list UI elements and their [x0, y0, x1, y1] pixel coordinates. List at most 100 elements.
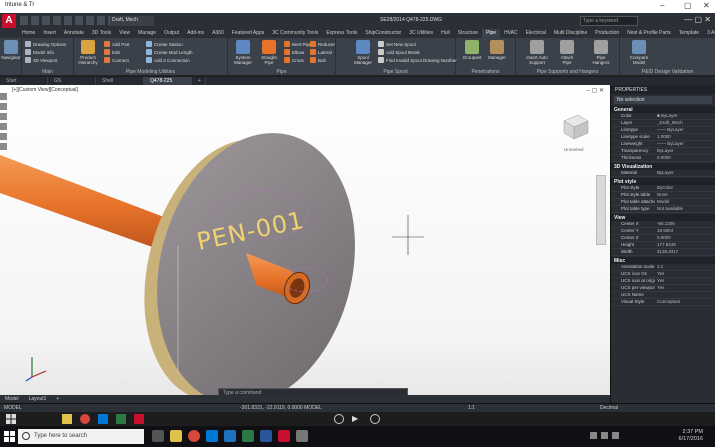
property-row[interactable]: UCS icon at origin Yes — [611, 278, 715, 285]
bent-pipe-button[interactable]: Bent Pipe — [284, 41, 312, 47]
ribbon-tab-express-tools[interactable]: Express Tools — [322, 29, 361, 38]
doc-tab--[interactable]: + — [192, 77, 206, 85]
viewport-controls-label[interactable]: [+][Custom View][Conceptual] — [12, 87, 78, 93]
ribbon-tab-hull[interactable]: Hull — [437, 29, 454, 38]
notification-icon[interactable] — [612, 432, 619, 439]
property-row[interactable]: UCS icon On Yes — [611, 271, 715, 278]
measure-icon[interactable] — [0, 143, 7, 150]
autocad-logo[interactable]: A — [2, 14, 16, 28]
help-search-input[interactable]: Type a keyword — [580, 16, 638, 26]
compare-model-button[interactable]: Compare Model — [628, 40, 650, 65]
save-icon[interactable] — [42, 16, 50, 25]
share-icon[interactable] — [97, 16, 105, 25]
excel-icon[interactable] — [116, 414, 126, 424]
model-space-indicator[interactable]: MODEL — [4, 405, 22, 411]
property-value[interactable]: —— ByLayer — [655, 141, 715, 147]
property-value[interactable]: 1.0000 — [655, 134, 715, 140]
pan-icon[interactable] — [0, 93, 7, 100]
property-value[interactable]: ■ ByLayer — [655, 113, 715, 119]
property-row[interactable]: Color ■ ByLayer — [611, 113, 715, 120]
outlook-icon[interactable] — [224, 430, 236, 442]
property-value[interactable]: 3138.3317 — [655, 249, 715, 255]
property-row[interactable]: Annotation scale 1:1 — [611, 264, 715, 271]
ribbon-tab-nest-profile-parts[interactable]: Nest & Profile Parts — [623, 29, 675, 38]
chrome-taskbar-icon[interactable] — [188, 430, 200, 442]
property-row[interactable]: Layer _Draft_Mech — [611, 120, 715, 127]
property-row[interactable]: Linetype scale 1.0000 — [611, 134, 715, 141]
property-row[interactable]: Lineweight —— ByLayer — [611, 141, 715, 148]
add-connection-button[interactable]: Add 3 Connection — [146, 57, 190, 63]
word-icon[interactable] — [260, 430, 272, 442]
property-value[interactable]: ByColor — [655, 185, 715, 191]
maximize-icon[interactable]: ▢ — [684, 1, 692, 10]
model-info-button[interactable]: Model Info — [25, 49, 54, 55]
property-row[interactable]: Center Y 18.9304 — [611, 228, 715, 235]
property-row[interactable]: Center Z 0.0000 — [611, 235, 715, 242]
cross-button[interactable]: Cross — [284, 57, 304, 63]
layout-tab-layout1[interactable]: Layout1 — [24, 395, 52, 403]
ribbon-tab-annotate[interactable]: Annotate — [60, 29, 88, 38]
ribbon-tab-view[interactable]: View — [115, 29, 134, 38]
undo-icon[interactable] — [75, 16, 83, 25]
doc-tab-q478-225[interactable]: Q478-225 — [144, 77, 192, 85]
app-window-controls[interactable]: — ▢ ✕ — [684, 15, 711, 24]
property-value[interactable] — [655, 292, 715, 298]
autocad-taskbar-icon[interactable] — [134, 414, 144, 424]
property-value[interactable]: ByLayer — [655, 170, 715, 176]
new-icon[interactable] — [20, 16, 28, 25]
insert-auto-support-button[interactable]: Insert Auto Support — [524, 40, 550, 65]
navigator-button[interactable]: Navigator — [0, 40, 22, 60]
property-value[interactable]: None — [655, 192, 715, 198]
property-value[interactable]: 0.0000 — [655, 235, 715, 241]
ribbon-tab-manage[interactable]: Manage — [134, 29, 160, 38]
reducer-button[interactable]: Reducer — [310, 41, 335, 47]
layout-tab--[interactable]: + — [51, 395, 64, 403]
ribbon-tab-pipe[interactable]: Pipe — [482, 29, 501, 38]
drawing-viewport[interactable]: PEN-001 [+][Custom View][Conceptual] – ▢… — [0, 85, 610, 403]
property-value[interactable]: 1:1 — [655, 264, 715, 270]
layout-tab-model[interactable]: Model — [0, 395, 24, 403]
ribbon-tab-template[interactable]: Template — [675, 29, 703, 38]
doc-tab-gs[interactable]: GS — [48, 77, 96, 85]
ribbon-tab-production[interactable]: Production — [591, 29, 623, 38]
play-icon[interactable]: ▶ — [352, 414, 362, 424]
workspace-dropdown[interactable]: Draft, Mech — [110, 16, 154, 26]
property-row[interactable]: Material ByLayer — [611, 170, 715, 177]
redo-icon[interactable] — [86, 16, 94, 25]
doc-tab-shell[interactable]: Shell — [96, 77, 144, 85]
set-new-spool-button[interactable]: Set New Spool — [378, 41, 416, 47]
property-row[interactable]: Visual Style Conceptual — [611, 299, 715, 306]
groupset-button[interactable]: Groupset — [461, 40, 483, 60]
orbit-icon[interactable] — [0, 113, 7, 120]
ribbon-tab-3d-tools[interactable]: 3D Tools — [88, 29, 115, 38]
property-value[interactable]: —— ByLayer — [655, 127, 715, 133]
property-value[interactable]: ByLayer — [655, 148, 715, 154]
navigation-bar[interactable] — [596, 175, 606, 245]
showmotion-icon[interactable] — [0, 123, 7, 130]
ribbon-tab-hvac[interactable]: HVAC — [500, 29, 522, 38]
windows-logo-icon[interactable] — [6, 414, 16, 424]
excel-taskbar-icon[interactable] — [242, 430, 254, 442]
property-row[interactable]: Transparency ByLayer — [611, 148, 715, 155]
edge-taskbar-icon[interactable] — [206, 430, 218, 442]
property-section-misc[interactable]: Misc — [611, 257, 715, 264]
property-value[interactable]: Model — [655, 199, 715, 205]
task-view-icon[interactable] — [152, 430, 164, 442]
lateral-button[interactable]: Lateral — [310, 49, 332, 55]
network-icon[interactable] — [590, 432, 597, 439]
property-value[interactable]: 177.8449 — [655, 242, 715, 248]
property-row[interactable]: Linetype —— ByLayer — [611, 127, 715, 134]
bolt-button[interactable]: Bolt — [310, 57, 326, 63]
ribbon-tab-add-ins[interactable]: Add-ins — [183, 29, 208, 38]
units-indicator[interactable]: Decimal — [600, 405, 618, 411]
3d-viewport-button[interactable]: 3D Viewport — [25, 57, 57, 63]
minimize-icon[interactable]: – — [660, 1, 664, 10]
ribbon-tab-structure[interactable]: Structure — [454, 29, 482, 38]
ribbon-tab-shipconstructor[interactable]: ShipConstructor — [361, 29, 405, 38]
remote-desktop-icon[interactable] — [296, 430, 308, 442]
property-value[interactable]: Yes — [655, 271, 715, 277]
volume-icon[interactable] — [601, 432, 608, 439]
system-manager-button[interactable]: System Manager — [232, 40, 254, 65]
find-invalid-spool-button[interactable]: Find Invalid Spool Drawing Number — [378, 57, 457, 63]
connect-button[interactable]: Connect — [104, 57, 129, 63]
